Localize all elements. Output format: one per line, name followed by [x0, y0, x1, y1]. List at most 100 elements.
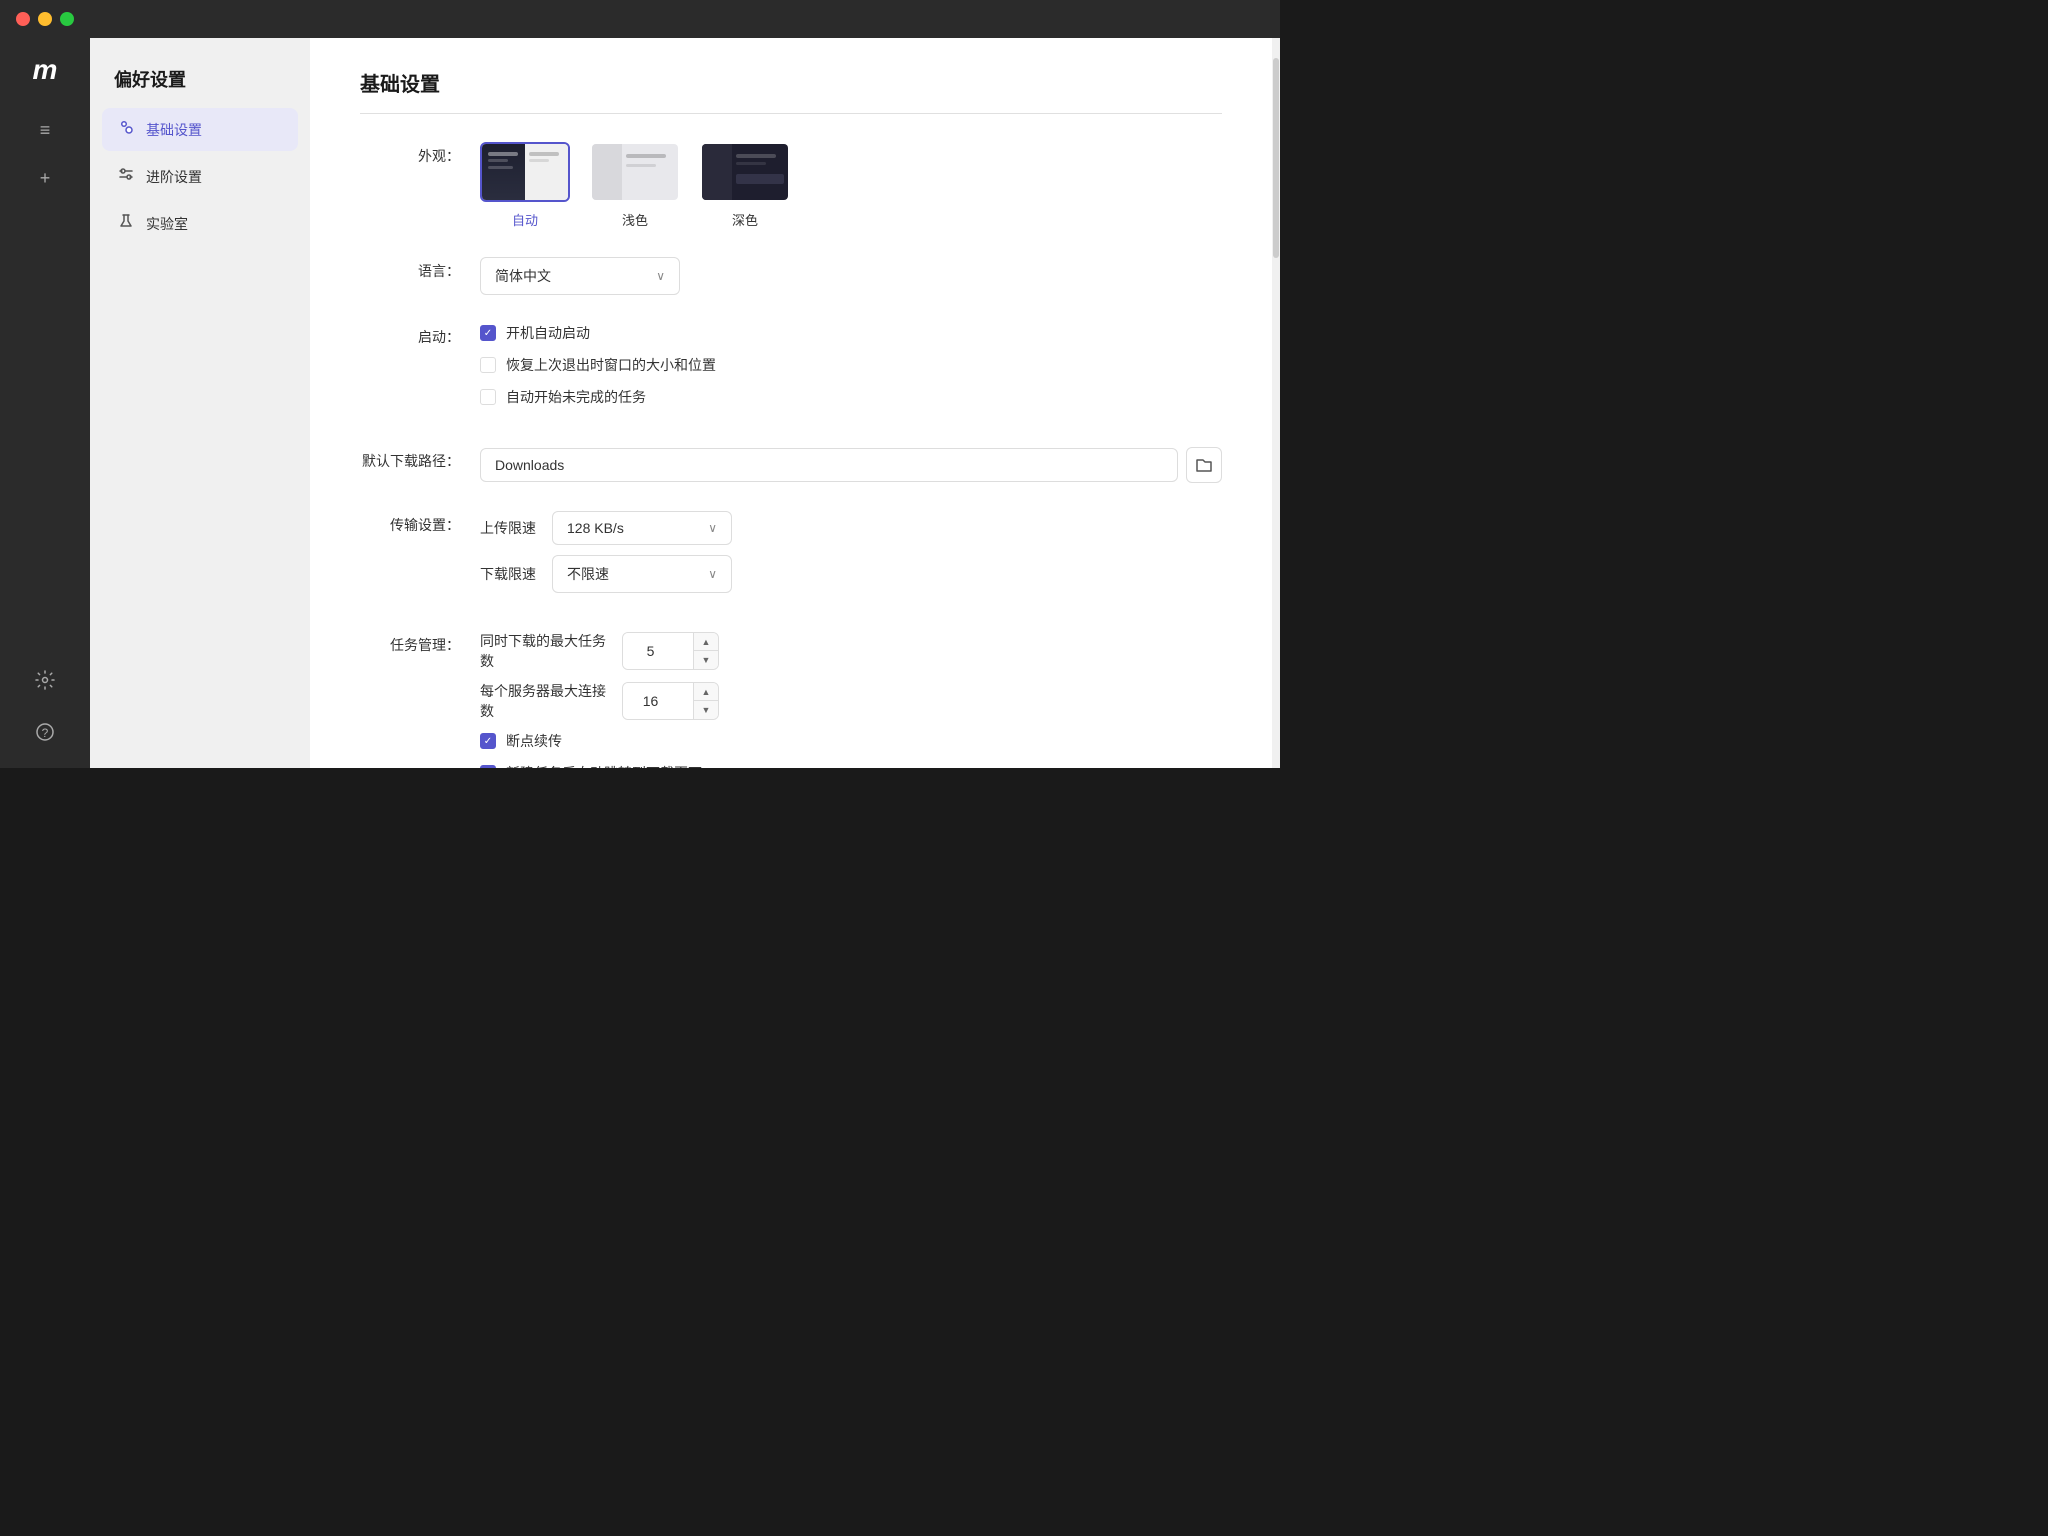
folder-browse-button[interactable]	[1186, 447, 1222, 483]
checkbox-auto-nav[interactable]: ✓	[480, 765, 496, 768]
titlebar	[0, 0, 1280, 38]
nav-panel-title: 偏好设置	[102, 58, 298, 100]
theme-light-preview	[590, 142, 680, 202]
checkbox-restore-window[interactable]	[480, 357, 496, 373]
appearance-content: 自动 浅色	[480, 142, 1222, 229]
max-connections-up-button[interactable]: ▲	[694, 683, 718, 701]
language-label: 语言：	[360, 257, 480, 281]
theme-light[interactable]: 浅色	[590, 142, 680, 229]
title-divider	[360, 113, 1222, 114]
help-icon-button[interactable]: ?	[20, 712, 70, 752]
upload-dropdown-arrow-icon: ∨	[708, 521, 717, 535]
download-speed-value: 不限速	[567, 564, 609, 584]
basic-settings-label: 基础设置	[146, 120, 202, 140]
theme-dark-name: 深色	[732, 210, 758, 229]
max-concurrent-input[interactable]	[623, 633, 693, 669]
svg-text:?: ?	[42, 726, 49, 740]
upload-speed-row: 上传限速 128 KB/s ∨	[480, 511, 1222, 545]
dropdown-arrow-icon: ∨	[656, 269, 665, 283]
language-dropdown[interactable]: 简体中文 ∨	[480, 257, 680, 295]
menu-icon-button[interactable]: ≡	[20, 110, 70, 150]
max-concurrent-row: 同时下载的最大任务数 ▲ ▼	[480, 631, 1222, 671]
folder-icon	[1195, 456, 1213, 474]
advanced-settings-label: 进阶设置	[146, 167, 202, 187]
help-icon: ?	[35, 722, 55, 742]
nav-panel: 偏好设置 基础设置 进阶设置	[90, 38, 310, 768]
sidebar: m ≡ + ?	[0, 38, 90, 768]
theme-auto-name: 自动	[512, 210, 538, 229]
download-path-row: 默认下载路径：	[360, 447, 1222, 483]
theme-auto-preview	[480, 142, 570, 202]
max-connections-input[interactable]	[623, 683, 693, 719]
download-path-input[interactable]	[480, 448, 1178, 482]
startup-auto-label: 开机自动启动	[506, 323, 590, 343]
path-input-row	[480, 447, 1222, 483]
close-button[interactable]	[16, 12, 30, 26]
upload-speed-label: 上传限速	[480, 518, 540, 538]
language-row: 语言： 简体中文 ∨	[360, 257, 1222, 295]
sidebar-item-advanced[interactable]: 进阶设置	[102, 155, 298, 198]
max-concurrent-label: 同时下载的最大任务数	[480, 631, 610, 671]
advanced-settings-icon	[116, 165, 136, 188]
task-option-auto-nav: ✓ 新建任务后自动跳转到下载页面	[480, 763, 1222, 768]
theme-auto[interactable]: 自动	[480, 142, 570, 229]
scrollbar-thumb[interactable]	[1273, 58, 1279, 258]
sidebar-bottom: ?	[20, 660, 70, 752]
traffic-lights	[16, 12, 74, 26]
minimize-button[interactable]	[38, 12, 52, 26]
basic-settings-icon	[116, 118, 136, 141]
max-connections-input-wrap: ▲ ▼	[622, 682, 719, 720]
lab-label: 实验室	[146, 214, 188, 234]
maximize-button[interactable]	[60, 12, 74, 26]
language-value: 简体中文	[495, 266, 551, 286]
theme-dark-preview	[700, 142, 790, 202]
lab-icon	[116, 212, 136, 235]
download-path-label: 默认下载路径：	[360, 447, 480, 471]
theme-dark[interactable]: 深色	[700, 142, 790, 229]
startup-content: ✓ 开机自动启动 恢复上次退出时窗口的大小和位置 自动开始未完成的任务	[480, 323, 1222, 419]
startup-option-resume: 自动开始未完成的任务	[480, 387, 1222, 407]
download-speed-row: 下载限速 不限速 ∨	[480, 555, 1222, 593]
max-connections-down-button[interactable]: ▼	[694, 701, 718, 719]
checkbox-auto-resume[interactable]	[480, 389, 496, 405]
max-connections-label: 每个服务器最大连接数	[480, 681, 610, 721]
transfer-row: 传输设置： 上传限速 128 KB/s ∨ 下载限速 不限速 ∨	[360, 511, 1222, 603]
task-management-row: 任务管理： 同时下载的最大任务数 ▲ ▼ 每个服务器最大连接数	[360, 631, 1222, 768]
task-resume-label: 断点续传	[506, 731, 562, 751]
add-icon-button[interactable]: +	[20, 158, 70, 198]
settings-icon-button[interactable]	[20, 660, 70, 700]
download-speed-label: 下载限速	[480, 564, 540, 584]
download-path-content	[480, 447, 1222, 483]
sidebar-item-basic[interactable]: 基础设置	[102, 108, 298, 151]
startup-option-restore: 恢复上次退出时窗口的大小和位置	[480, 355, 1222, 375]
upload-speed-dropdown[interactable]: 128 KB/s ∨	[552, 511, 732, 545]
task-management-content: 同时下载的最大任务数 ▲ ▼ 每个服务器最大连接数 ▲	[480, 631, 1222, 768]
theme-options: 自动 浅色	[480, 142, 1222, 229]
app-body: m ≡ + ? 偏好设置	[0, 38, 1280, 768]
startup-label: 启动：	[360, 323, 480, 347]
startup-resume-label: 自动开始未完成的任务	[506, 387, 646, 407]
add-icon: +	[40, 168, 51, 189]
max-concurrent-down-button[interactable]: ▼	[694, 651, 718, 669]
appearance-row: 外观：	[360, 142, 1222, 229]
transfer-label: 传输设置：	[360, 511, 480, 535]
max-concurrent-up-button[interactable]: ▲	[694, 633, 718, 651]
main-content: 基础设置 外观：	[310, 38, 1272, 768]
task-management-label: 任务管理：	[360, 631, 480, 655]
download-speed-dropdown[interactable]: 不限速 ∨	[552, 555, 732, 593]
app-logo: m	[33, 54, 58, 86]
transfer-content: 上传限速 128 KB/s ∨ 下载限速 不限速 ∨	[480, 511, 1222, 603]
checkbox-resume[interactable]: ✓	[480, 733, 496, 749]
settings-icon	[35, 670, 55, 690]
appearance-label: 外观：	[360, 142, 480, 166]
sidebar-item-lab[interactable]: 实验室	[102, 202, 298, 245]
max-concurrent-spinners: ▲ ▼	[693, 633, 718, 669]
task-auto-nav-label: 新建任务后自动跳转到下载页面	[506, 763, 702, 768]
upload-speed-value: 128 KB/s	[567, 520, 624, 536]
download-dropdown-arrow-icon: ∨	[708, 567, 717, 581]
max-connections-row: 每个服务器最大连接数 ▲ ▼	[480, 681, 1222, 721]
theme-light-name: 浅色	[622, 210, 648, 229]
scrollbar-track	[1272, 38, 1280, 768]
checkbox-auto-start[interactable]: ✓	[480, 325, 496, 341]
language-content: 简体中文 ∨	[480, 257, 1222, 295]
